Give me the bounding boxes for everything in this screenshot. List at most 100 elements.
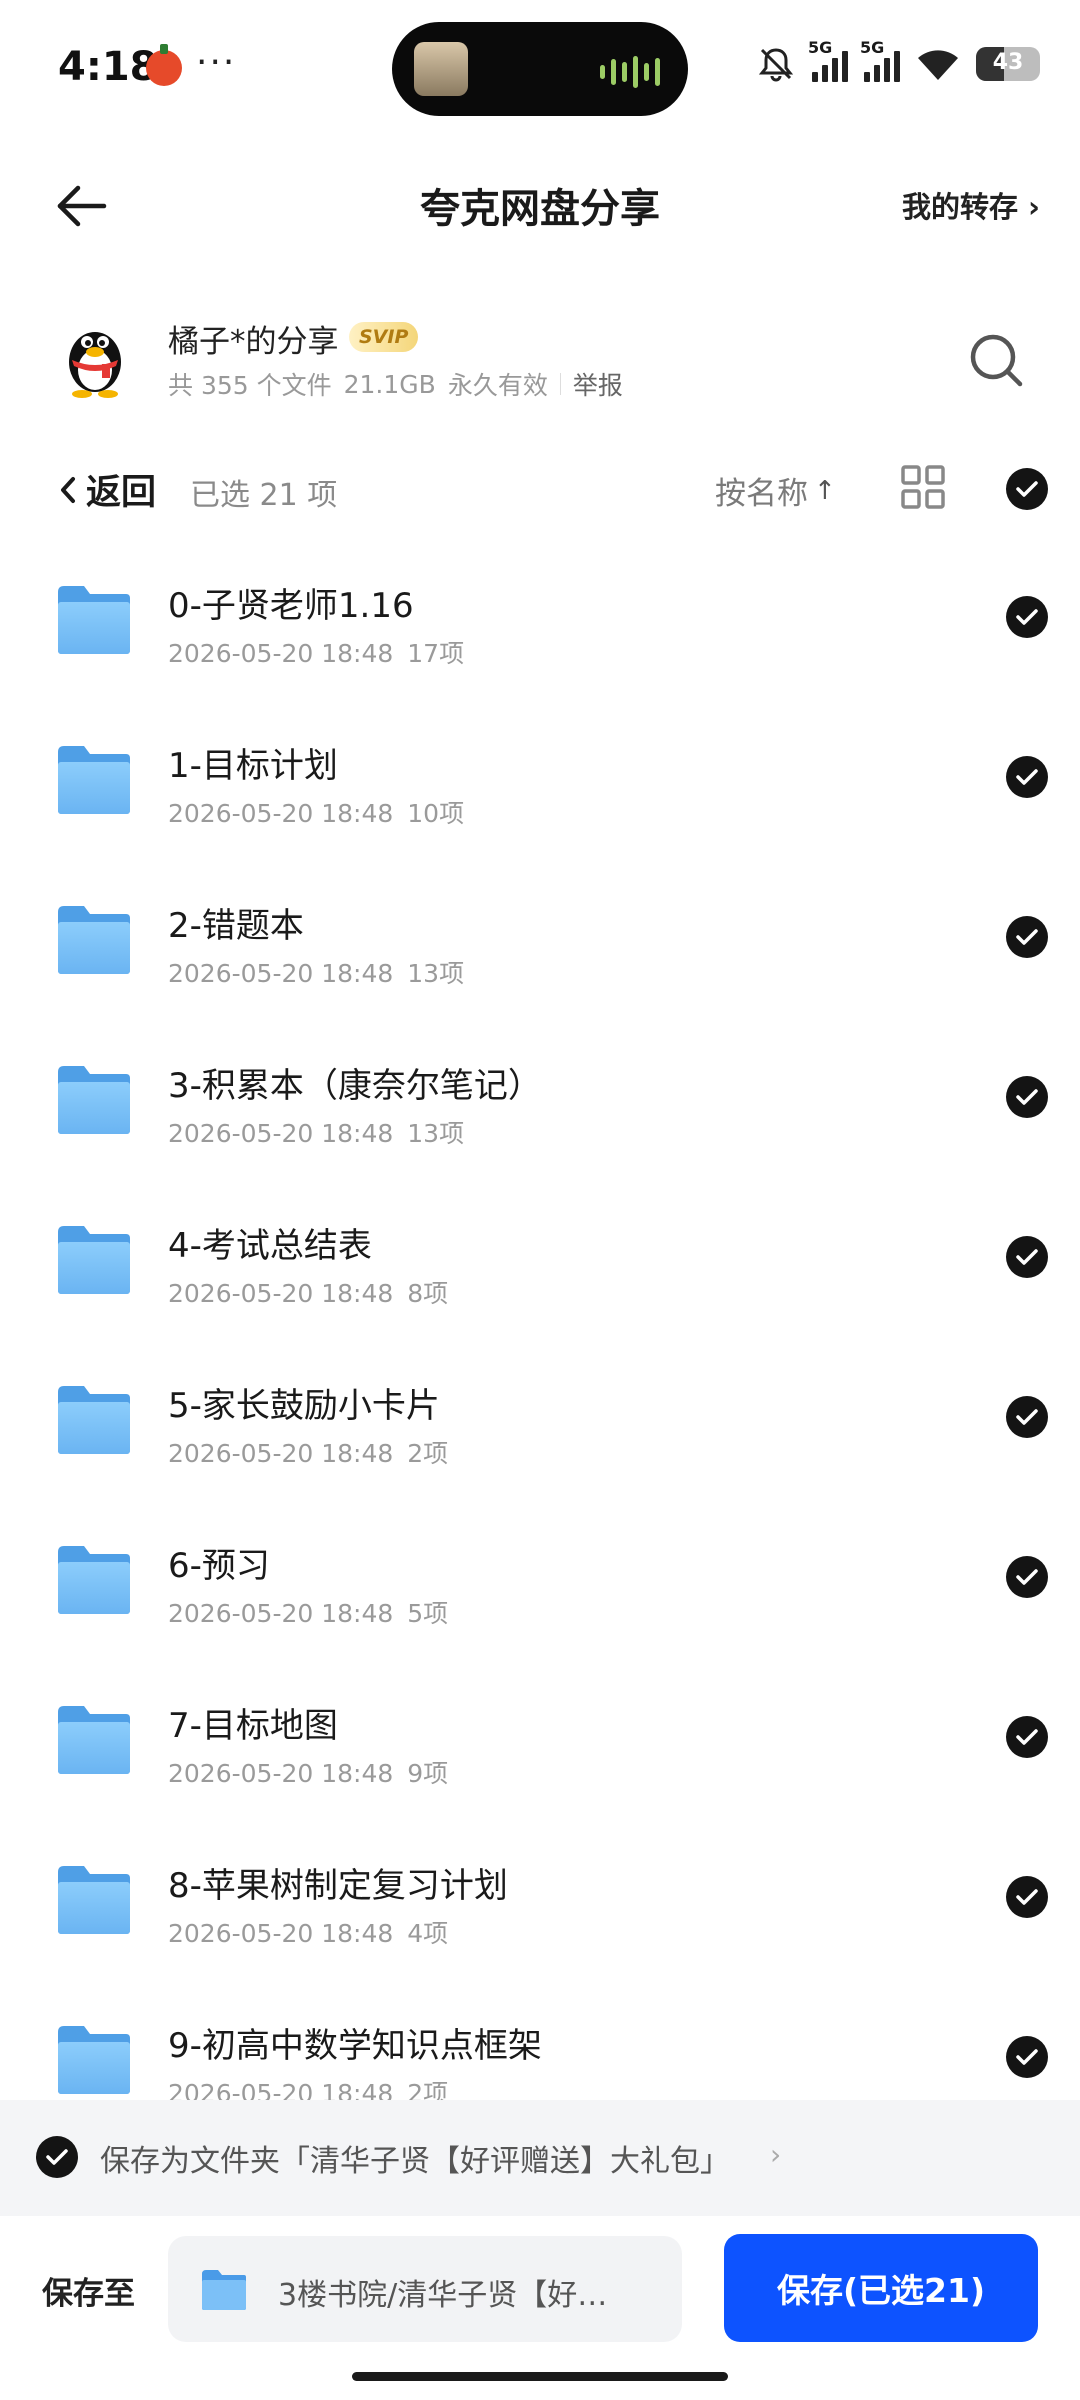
status-icons: 5G 5G 43 — [756, 38, 1040, 84]
audio-wave-icon — [600, 56, 660, 88]
dynamic-island[interactable] — [392, 22, 688, 116]
file-meta: 2026-05-20 18:48 5项 — [168, 1594, 448, 1630]
select-all-checkbox[interactable] — [1006, 468, 1048, 510]
folder-icon — [58, 1866, 130, 1934]
file-name: 2-错题本 — [168, 906, 304, 946]
file-checkbox[interactable] — [1006, 1236, 1048, 1278]
file-name: 9-初高中数学知识点框架 — [168, 2026, 542, 2066]
file-checkbox[interactable] — [1006, 1556, 1048, 1598]
file-date: 2026-05-20 18:48 — [168, 1279, 394, 1308]
checkmark-icon — [1016, 929, 1038, 945]
file-name: 7-目标地图 — [168, 1706, 338, 1746]
checkmark-icon — [1016, 481, 1038, 497]
folder-icon — [58, 1226, 130, 1294]
file-date: 2026-05-20 18:48 — [168, 1119, 394, 1148]
more-notifications-icon: ··· — [196, 42, 237, 83]
file-date: 2026-05-20 18:48 — [168, 639, 394, 668]
file-meta: 2026-05-20 18:48 8项 — [168, 1274, 448, 1310]
folder-icon — [202, 2270, 246, 2310]
search-icon[interactable] — [966, 330, 1026, 390]
my-transfer-link[interactable]: 我的转存 › — [902, 184, 1040, 226]
file-checkbox[interactable] — [1006, 1076, 1048, 1118]
folder-icon — [58, 906, 130, 974]
file-date: 2026-05-20 18:48 — [168, 2079, 394, 2100]
sort-label: 按名称 — [715, 476, 808, 512]
file-item-count: 2项 — [407, 2079, 449, 2100]
checkmark-icon — [1016, 1569, 1038, 1585]
checkmark-icon — [1016, 1089, 1038, 1105]
file-row[interactable]: 9-初高中数学知识点框架 2026-05-20 18:48 2项 — [0, 1980, 1080, 2100]
share-meta: 共 355 个文件 21.1GB 永久有效 举报 — [168, 366, 623, 402]
file-item-count: 8项 — [407, 1279, 449, 1308]
file-checkbox[interactable] — [1006, 2036, 1048, 2078]
folder-icon — [58, 1546, 130, 1614]
file-checkbox[interactable] — [1006, 1716, 1048, 1758]
file-checkbox[interactable] — [1006, 1396, 1048, 1438]
file-date: 2026-05-20 18:48 — [168, 1439, 394, 1468]
file-date: 2026-05-20 18:48 — [168, 1759, 394, 1788]
checkmark-icon — [1016, 609, 1038, 625]
file-checkbox[interactable] — [1006, 596, 1048, 638]
file-date: 2026-05-20 18:48 — [168, 799, 394, 828]
grid-view-icon[interactable] — [900, 464, 946, 510]
battery-icon: 43 — [976, 47, 1040, 81]
battery-level: 43 — [992, 50, 1024, 75]
file-item-count: 5项 — [407, 1599, 449, 1628]
home-indicator[interactable] — [352, 2372, 728, 2381]
status-time: 4:18 — [58, 44, 158, 90]
sort-by-name-button[interactable]: 按名称 ↑ — [715, 468, 836, 513]
file-meta: 2026-05-20 18:48 4项 — [168, 1914, 448, 1950]
file-date: 2026-05-20 18:48 — [168, 1599, 394, 1628]
save-path-selector[interactable]: 3楼书院/清华子贤【好… — [168, 2236, 682, 2342]
file-item-count: 10项 — [407, 799, 465, 828]
file-checkbox[interactable] — [1006, 916, 1048, 958]
file-row[interactable]: 6-预习 2026-05-20 18:48 5项 — [0, 1500, 1080, 1660]
notification-app-icon — [146, 44, 182, 86]
folder-icon — [58, 1706, 130, 1774]
save-as-folder-bar[interactable]: 保存为文件夹「清华子贤【好评赠送】大礼包」 › — [0, 2100, 1080, 2216]
checkmark-icon — [1016, 1249, 1038, 1265]
toolbar-back-label: 返回 — [86, 473, 157, 513]
file-item-count: 13项 — [407, 959, 465, 988]
checkmark-icon — [1016, 1889, 1038, 1905]
file-count: 共 355 个文件 — [168, 371, 332, 400]
checkmark-icon — [1016, 769, 1038, 785]
file-meta: 2026-05-20 18:48 17项 — [168, 634, 464, 670]
share-info: 橘子*的分享 SVIP 共 355 个文件 21.1GB 永久有效 举报 — [0, 300, 1080, 420]
file-row[interactable]: 8-苹果树制定复习计划 2026-05-20 18:48 4项 — [0, 1820, 1080, 1980]
share-owner-name: 橘子*的分享 — [168, 324, 339, 360]
file-row[interactable]: 0-子贤老师1.16 2026-05-20 18:48 17项 — [0, 540, 1080, 700]
file-meta: 2026-05-20 18:48 9项 — [168, 1754, 448, 1790]
toolbar-back-button[interactable]: 返回 — [60, 464, 156, 515]
folder-icon — [58, 1066, 130, 1134]
file-checkbox[interactable] — [1006, 756, 1048, 798]
file-row[interactable]: 7-目标地图 2026-05-20 18:48 9项 — [0, 1660, 1080, 1820]
file-item-count: 9项 — [407, 1759, 449, 1788]
selected-count: 已选 21 项 — [190, 478, 338, 513]
chevron-right-icon: › — [770, 2138, 782, 2171]
file-row[interactable]: 5-家长鼓励小卡片 2026-05-20 18:48 2项 — [0, 1340, 1080, 1500]
file-checkbox[interactable] — [1006, 1876, 1048, 1918]
mute-icon — [758, 48, 794, 82]
header: 夸克网盘分享 我的转存 › — [0, 150, 1080, 260]
file-item-count: 13项 — [407, 1119, 465, 1148]
meta-divider — [559, 373, 561, 395]
file-name: 1-目标计划 — [168, 746, 338, 786]
file-name: 3-积累本（康奈尔笔记） — [168, 1066, 542, 1106]
file-row[interactable]: 3-积累本（康奈尔笔记） 2026-05-20 18:48 13项 — [0, 1020, 1080, 1180]
file-row[interactable]: 2-错题本 2026-05-20 18:48 13项 — [0, 860, 1080, 1020]
save-as-folder-checkbox[interactable] — [36, 2136, 78, 2178]
file-row[interactable]: 4-考试总结表 2026-05-20 18:48 8项 — [0, 1180, 1080, 1340]
report-link[interactable]: 举报 — [573, 366, 623, 402]
file-date: 2026-05-20 18:48 — [168, 1919, 394, 1948]
file-name: 4-考试总结表 — [168, 1226, 372, 1266]
file-meta: 2026-05-20 18:48 13项 — [168, 1114, 464, 1150]
checkmark-icon — [1016, 1729, 1038, 1745]
file-list: 0-子贤老师1.16 2026-05-20 18:48 17项 1-目标计划 2026-… — [0, 540, 1080, 2100]
save-to-label: 保存至 — [42, 2276, 135, 2312]
save-button[interactable]: 保存(已选21) — [724, 2234, 1038, 2342]
signal-icon-1: 5G — [808, 38, 848, 82]
status-bar: 4:18 ··· 5G 5G 43 — [0, 0, 1080, 140]
file-item-count: 4项 — [407, 1919, 449, 1948]
file-row[interactable]: 1-目标计划 2026-05-20 18:48 10项 — [0, 700, 1080, 860]
